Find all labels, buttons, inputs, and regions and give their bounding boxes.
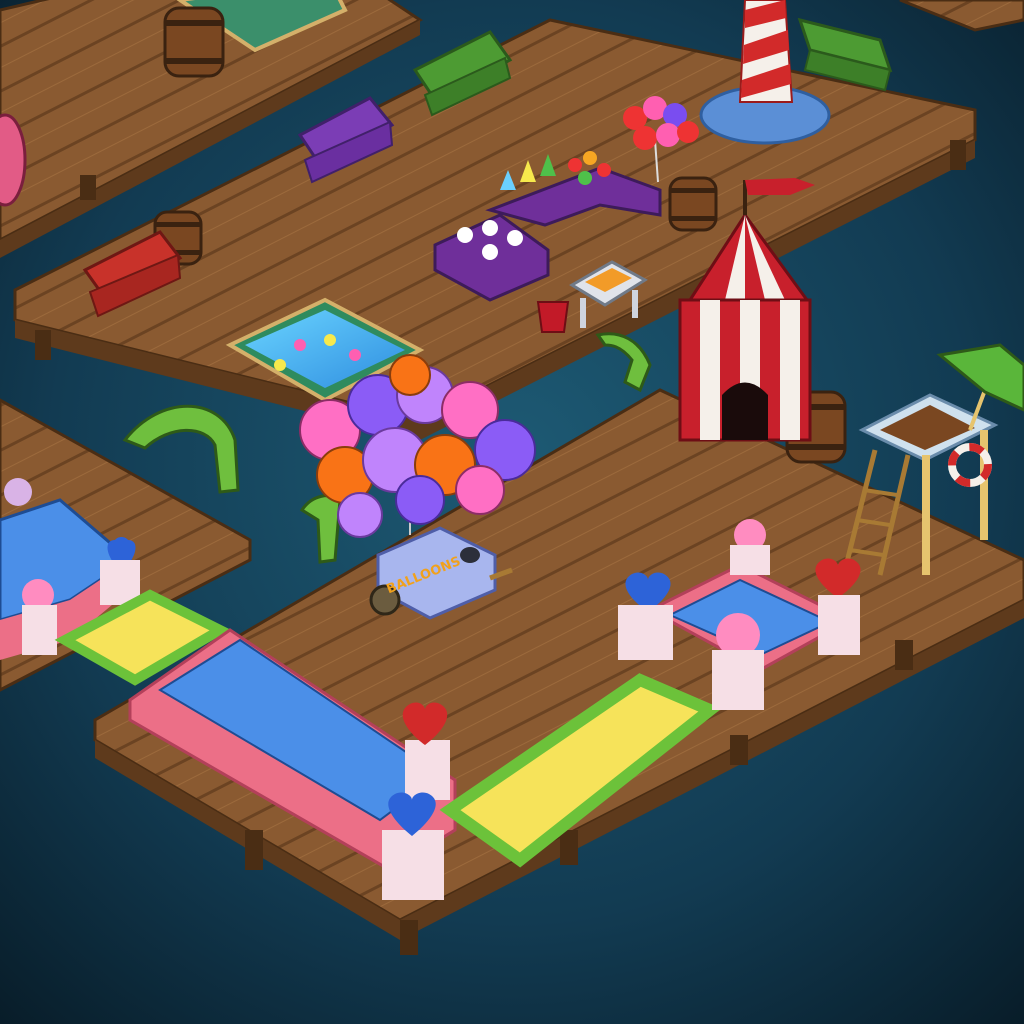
heart-pillar-red-slide[interactable] xyxy=(402,702,450,800)
bucket[interactable] xyxy=(536,301,570,333)
barrel-top-left[interactable] xyxy=(163,6,225,78)
game-scene: BALLOONS xyxy=(0,0,1024,1024)
heart-pillar-blue-slide[interactable] xyxy=(382,792,444,900)
game-canvas: BALLOONS xyxy=(0,0,1024,1024)
barrel-center[interactable] xyxy=(668,176,718,232)
